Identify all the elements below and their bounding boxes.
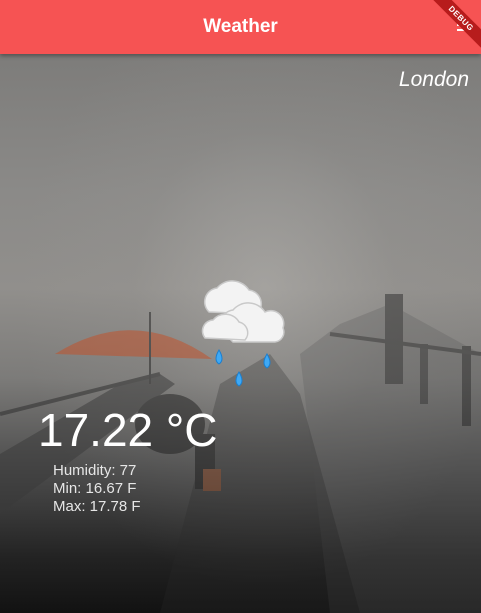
app-bar: Weather	[0, 0, 481, 54]
weather-background: London 17.22 °C Humidity: 77 Min: 16.67 …	[0, 54, 481, 613]
temperature: 17.22 °C	[38, 404, 218, 456]
cloud-rain-icon	[201, 280, 285, 387]
max-temp-label: Max: 17.78 F	[53, 498, 141, 515]
app-title: Weather	[203, 16, 278, 37]
debug-banner-label: DEBUG	[426, 0, 481, 53]
weather-details: Humidity: 77 Min: 16.67 F Max: 17.78 F	[53, 462, 141, 516]
min-temp-label: Min: 16.67 F	[53, 480, 137, 497]
debug-banner: DEBUG	[421, 0, 481, 60]
humidity-label: Humidity: 77	[53, 462, 137, 479]
city-name: London	[398, 68, 469, 91]
